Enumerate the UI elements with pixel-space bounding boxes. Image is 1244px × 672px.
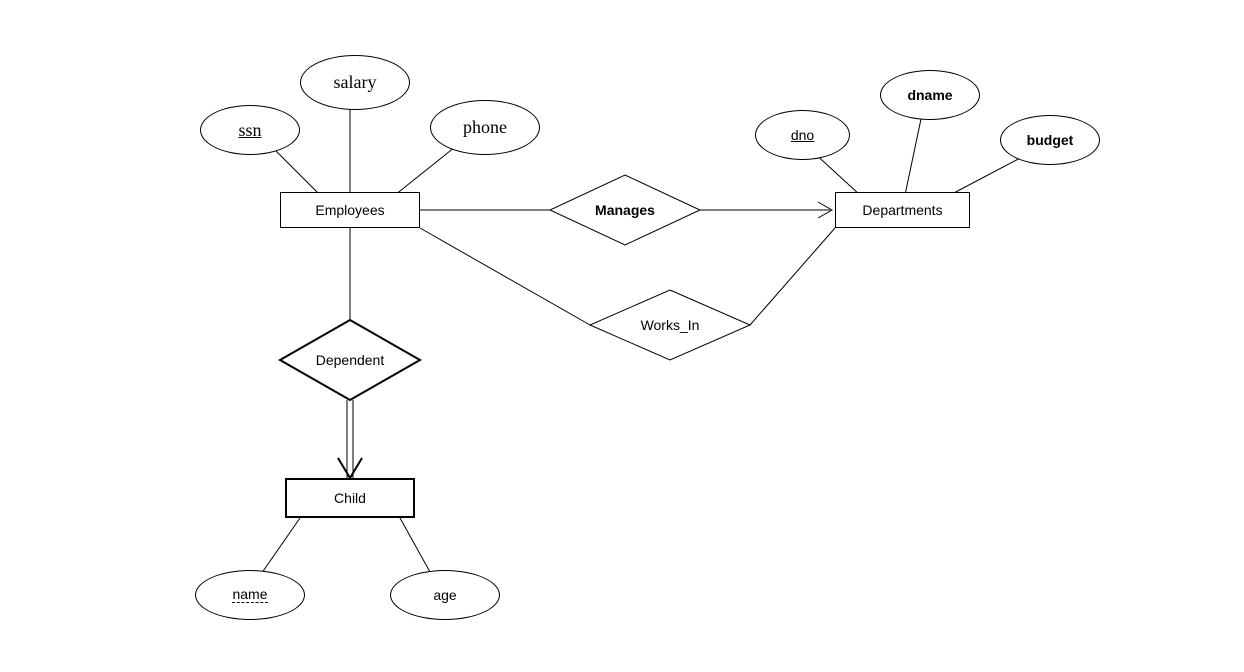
attr-age: age xyxy=(390,570,500,620)
attr-label: ssn xyxy=(238,120,261,141)
attr-budget: budget xyxy=(1000,115,1100,165)
attr-label: budget xyxy=(1027,132,1074,148)
entity-child: Child xyxy=(285,478,415,518)
entity-departments: Departments xyxy=(835,192,970,228)
attr-label: dno xyxy=(791,127,814,143)
attr-dname: dname xyxy=(880,70,980,120)
attr-label: salary xyxy=(334,72,377,93)
entity-label: Departments xyxy=(862,202,942,218)
er-diagram: ssn salary phone dno dname budget Employ… xyxy=(0,0,1244,672)
attr-name: name xyxy=(195,570,305,620)
attr-label: name xyxy=(232,587,267,603)
attr-ssn: ssn xyxy=(200,105,300,155)
connectors xyxy=(0,0,1244,672)
entity-label: Employees xyxy=(315,202,384,218)
attr-label: phone xyxy=(463,117,507,138)
entity-label: Child xyxy=(334,490,366,506)
attr-phone: phone xyxy=(430,100,540,155)
attr-label: dname xyxy=(907,87,952,103)
entity-employees: Employees xyxy=(280,192,420,228)
attr-dno: dno xyxy=(755,110,850,160)
attr-label: age xyxy=(433,587,456,603)
attr-salary: salary xyxy=(300,55,410,110)
